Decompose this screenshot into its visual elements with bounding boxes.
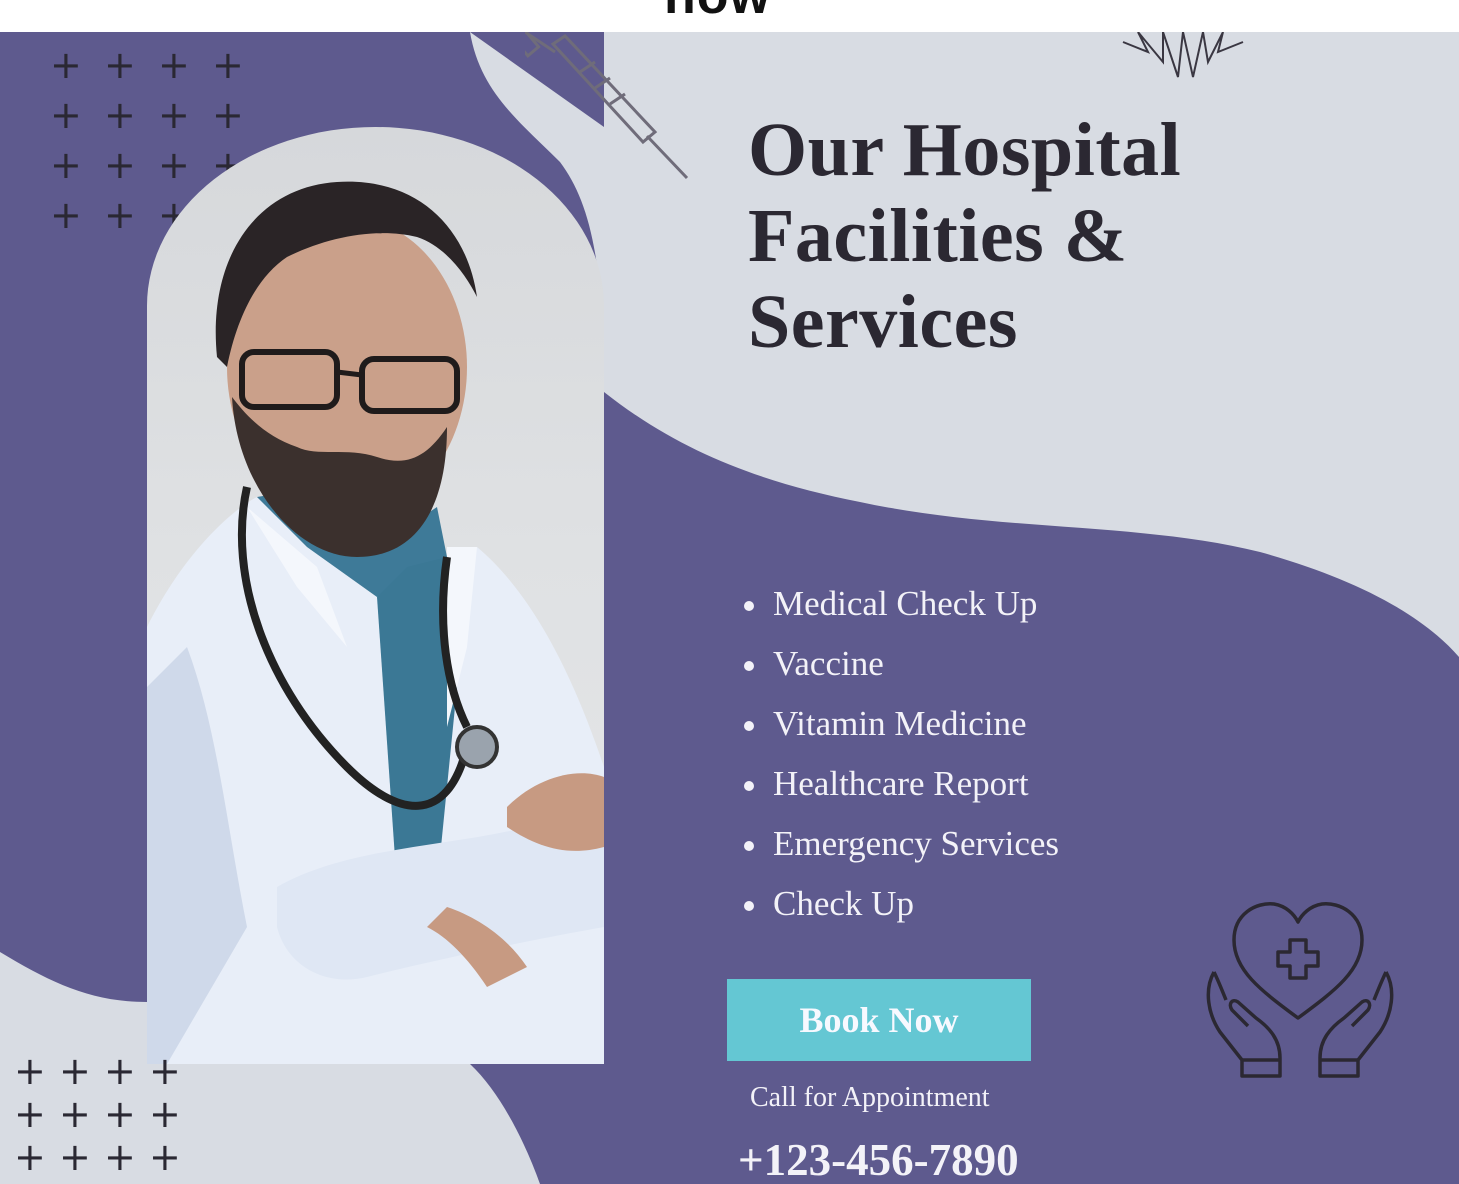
hospital-poster: ++++ ++++ ++++ ++++ bbox=[0, 32, 1459, 1184]
service-item: Healthcare Report bbox=[742, 764, 1059, 824]
book-now-button[interactable]: Book Now bbox=[727, 979, 1031, 1061]
service-item: Check Up bbox=[742, 884, 1059, 944]
page-title: Our Hospital Facilities & Services bbox=[748, 107, 1368, 365]
service-item: Vitamin Medicine bbox=[742, 704, 1059, 764]
doctor-illustration bbox=[147, 181, 604, 1064]
sunburst-icon bbox=[1122, 32, 1244, 78]
service-item: Vaccine bbox=[742, 644, 1059, 704]
service-item: Emergency Services bbox=[742, 824, 1059, 884]
title-line: Our Hospital bbox=[748, 108, 1182, 192]
title-line: Facilities & bbox=[748, 194, 1128, 278]
cut-off-heading: now bbox=[664, 0, 771, 26]
syringe-icon bbox=[525, 32, 689, 180]
plus-pattern-bottom-left: + + + + + + + + + + + + bbox=[14, 1049, 181, 1179]
call-for-appointment-label: Call for Appointment bbox=[750, 1082, 990, 1113]
phone-number[interactable]: +123-456-7890 bbox=[738, 1134, 1019, 1184]
service-item: Medical Check Up bbox=[742, 584, 1059, 644]
services-list: Medical Check Up Vaccine Vitamin Medicin… bbox=[742, 584, 1059, 944]
title-line: Services bbox=[748, 280, 1018, 364]
top-strip: now bbox=[0, 0, 1459, 32]
heart-hands-icon bbox=[1206, 902, 1394, 1078]
doctor-photo bbox=[147, 127, 604, 1064]
